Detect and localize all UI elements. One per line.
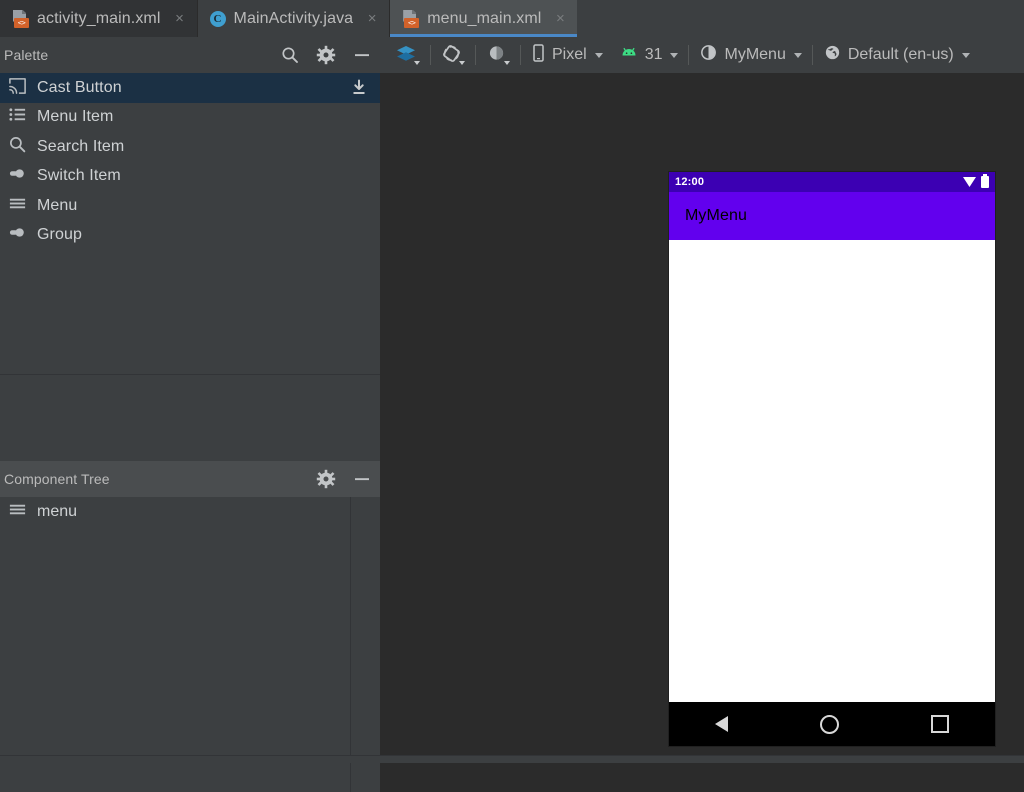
tab-close-icon[interactable]: × bbox=[173, 11, 187, 26]
api-level-selector[interactable]: 31 bbox=[611, 37, 687, 73]
gear-icon[interactable] bbox=[316, 469, 336, 489]
android-icon bbox=[619, 43, 639, 68]
android-studio-layout-editor: <> activity_main.xml × C MainActivity.ja… bbox=[0, 0, 1024, 792]
design-surface-toolbar: Pixel 31 MyMenu Default (en-us) bbox=[380, 37, 1024, 73]
java-file-icon: C bbox=[209, 10, 226, 27]
hamburger-icon bbox=[8, 194, 27, 218]
palette-item-label: Switch Item bbox=[37, 167, 121, 185]
rotate-icon bbox=[441, 44, 465, 66]
device-selector[interactable]: Pixel bbox=[523, 37, 611, 73]
design-mode-button[interactable] bbox=[388, 37, 428, 73]
palette-item-menu-item[interactable]: Menu Item bbox=[0, 103, 380, 133]
home-icon[interactable] bbox=[820, 714, 839, 734]
component-tree-side-strip bbox=[350, 497, 380, 792]
device-label: Pixel bbox=[552, 46, 587, 63]
component-tree-title: Component Tree bbox=[4, 471, 110, 487]
toolbar-divider bbox=[811, 45, 813, 65]
tab-label: MainActivity.java bbox=[233, 9, 354, 27]
palette-item-menu[interactable]: Menu bbox=[0, 191, 380, 221]
design-surface-canvas[interactable]: 12:00 MyMenu bbox=[380, 73, 1024, 755]
palette-empty-area bbox=[0, 375, 380, 461]
preview-content-area[interactable] bbox=[669, 240, 995, 702]
list-icon bbox=[8, 105, 27, 129]
palette-header: Palette bbox=[0, 37, 380, 73]
theme-mode-button[interactable] bbox=[478, 37, 518, 73]
wifi-icon bbox=[963, 177, 976, 187]
tab-mainactivity-java[interactable]: C MainActivity.java × bbox=[197, 0, 390, 37]
status-bar-time: 12:00 bbox=[675, 176, 705, 188]
phone-icon bbox=[531, 43, 546, 68]
palette-item-label: Menu bbox=[37, 196, 78, 214]
orientation-button[interactable] bbox=[433, 37, 473, 73]
globe-icon bbox=[823, 43, 842, 67]
component-tree-body[interactable]: menu bbox=[0, 497, 350, 792]
palette-header-actions bbox=[280, 37, 372, 73]
app-bar-title: MyMenu bbox=[685, 207, 747, 224]
component-tree-node-label: menu bbox=[37, 503, 78, 520]
tab-close-icon[interactable]: × bbox=[553, 11, 567, 26]
switch-icon bbox=[8, 164, 27, 188]
status-bar-icons bbox=[963, 174, 989, 188]
chevron-down-icon bbox=[961, 52, 970, 58]
chevron-down-icon bbox=[594, 52, 603, 58]
switch-icon bbox=[8, 223, 27, 247]
search-icon[interactable] bbox=[280, 45, 300, 65]
palette-title: Palette bbox=[4, 47, 49, 63]
tab-activity-main-xml[interactable]: <> activity_main.xml × bbox=[0, 0, 197, 37]
preview-status-bar: 12:00 bbox=[669, 172, 995, 192]
component-tree-node-menu[interactable]: menu bbox=[0, 497, 350, 527]
preview-navigation-bar bbox=[669, 702, 995, 746]
bottom-status-strip bbox=[0, 755, 1024, 763]
palette-item-search-item[interactable]: Search Item bbox=[0, 132, 380, 162]
contrast-icon bbox=[486, 44, 510, 66]
palette-item-switch-item[interactable]: Switch Item bbox=[0, 162, 380, 192]
xml-file-icon: <> bbox=[12, 9, 29, 28]
layers-icon bbox=[396, 44, 420, 66]
xml-file-icon: <> bbox=[402, 9, 420, 28]
palette-item-group[interactable]: Group bbox=[0, 221, 380, 251]
back-icon[interactable] bbox=[715, 716, 728, 732]
device-preview[interactable]: 12:00 MyMenu bbox=[669, 172, 995, 746]
gear-icon[interactable] bbox=[316, 45, 336, 65]
palette-item-label: Menu Item bbox=[37, 108, 114, 126]
editor-tab-bar: <> activity_main.xml × C MainActivity.ja… bbox=[0, 0, 1024, 37]
chevron-down-icon bbox=[670, 52, 679, 58]
minimize-icon[interactable] bbox=[352, 469, 372, 489]
palette-item-label: Search Item bbox=[37, 137, 125, 155]
minimize-icon[interactable] bbox=[352, 45, 372, 65]
cast-icon bbox=[8, 76, 27, 100]
theme-icon bbox=[699, 43, 718, 67]
tab-label: activity_main.xml bbox=[37, 9, 161, 27]
component-tree-header-actions bbox=[316, 461, 372, 497]
tab-close-icon[interactable]: × bbox=[365, 11, 379, 26]
locale-selector[interactable]: Default (en-us) bbox=[815, 37, 978, 73]
palette-item-label: Cast Button bbox=[37, 78, 122, 96]
preview-app-bar: MyMenu bbox=[669, 192, 995, 240]
chevron-down-icon bbox=[793, 52, 802, 58]
tab-menu-main-xml[interactable]: <> menu_main.xml × bbox=[390, 0, 578, 37]
hamburger-icon bbox=[8, 500, 27, 524]
search-icon bbox=[8, 135, 27, 159]
palette-item-label: Group bbox=[37, 226, 82, 244]
api-level-label: 31 bbox=[644, 46, 663, 63]
toolbar-divider bbox=[520, 45, 521, 65]
toolbar-divider bbox=[430, 45, 431, 65]
palette-item-cast-button[interactable]: Cast Button bbox=[0, 73, 380, 103]
toolbar-divider bbox=[688, 45, 690, 65]
component-tree-header: Component Tree bbox=[0, 461, 380, 497]
theme-selector[interactable]: MyMenu bbox=[691, 37, 809, 73]
download-icon[interactable] bbox=[350, 79, 368, 97]
locale-label: Default (en-us) bbox=[847, 46, 954, 63]
theme-label: MyMenu bbox=[724, 46, 786, 63]
left-tool-column: Palette Cast Button Menu Item Search Ite… bbox=[0, 37, 380, 792]
tab-label: menu_main.xml bbox=[427, 9, 542, 27]
palette-list: Cast Button Menu Item Search Item Switch… bbox=[0, 73, 380, 373]
recents-icon[interactable] bbox=[931, 715, 949, 733]
toolbar-divider bbox=[475, 45, 476, 65]
battery-icon bbox=[981, 174, 989, 188]
